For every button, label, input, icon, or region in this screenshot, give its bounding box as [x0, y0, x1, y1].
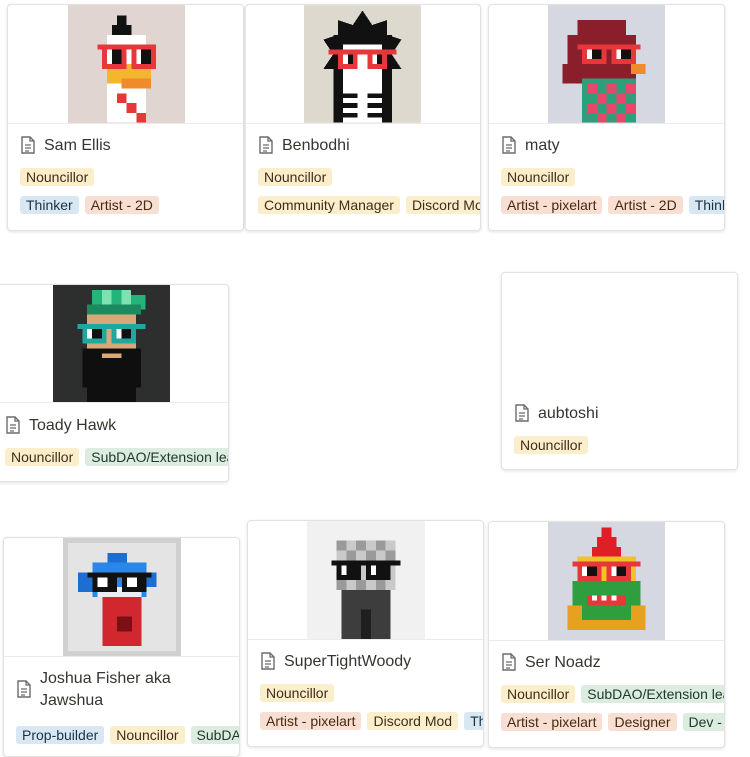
tag: Artist - pixelart	[501, 713, 603, 731]
tag-row: Nouncillor	[514, 436, 736, 456]
tag-role: Nouncillor	[258, 168, 333, 186]
card-title[interactable]: Sam Ellis	[20, 135, 235, 157]
tag: SubDAO/Extension lead	[85, 448, 228, 466]
card-name: Benbodhi	[282, 137, 350, 154]
page-icon	[261, 652, 275, 670]
tag: Nouncillor	[5, 448, 80, 466]
tag-row: Artist - pixelart Designer Dev - frontend	[501, 713, 724, 733]
tag: SubDAO/Extension lead	[190, 726, 239, 744]
card-toady-hawk[interactable]: Toady Hawk Nouncillor SubDAO/Extension le…	[0, 284, 229, 482]
tag-row: Nouncillor	[20, 168, 242, 188]
tag: Artist - 2D	[84, 196, 159, 214]
tag-row: Artist - pixelart Discord Mod Thinker	[260, 712, 483, 732]
card-supertightwoody[interactable]: SuperTightWoody Nouncillor Artist - pixe…	[247, 520, 484, 747]
card-name: Ser Noadz	[525, 654, 601, 671]
tag-row: Nouncillor SubDAO/Extension lead	[501, 685, 724, 705]
tag: Discord Mod	[367, 712, 459, 730]
tag: Thinker	[464, 712, 483, 730]
tag-role: Nouncillor	[514, 436, 589, 454]
tag-row: Nouncillor	[260, 684, 482, 704]
tag: Dev - frontend	[682, 713, 724, 731]
tag-row: Nouncillor SubDAO/Extension lead	[5, 448, 228, 468]
page-icon	[17, 680, 31, 698]
card-cover	[489, 5, 724, 124]
card-cover	[489, 522, 724, 641]
tag-row: Thinker Artist - 2D	[20, 196, 242, 216]
page-icon	[6, 416, 20, 434]
avatar-joshua-fisher	[63, 538, 181, 656]
tag-row: Artist - pixelart Artist - 2D Thinker	[501, 196, 724, 216]
card-title[interactable]: Joshua Fisher aka Jawshua	[16, 668, 186, 712]
tag: Artist - pixelart	[501, 196, 603, 214]
tag: SubDAO/Extension lead	[581, 685, 724, 703]
tag: Thinker	[688, 196, 724, 214]
card-cover	[4, 538, 239, 657]
tag-row: Nouncillor	[501, 168, 723, 188]
tag: Community Manager	[258, 196, 400, 214]
tag-row: Nouncillor	[258, 168, 480, 188]
avatar-toady-hawk	[53, 285, 170, 402]
card-name: Sam Ellis	[44, 137, 111, 154]
tag: Nouncillor	[110, 726, 185, 744]
tag: Artist - 2D	[608, 196, 683, 214]
card-maty[interactable]: maty Nouncillor Artist - pixelart Artist …	[488, 4, 725, 231]
card-name: aubtoshi	[538, 405, 599, 422]
card-joshua-fisher[interactable]: Joshua Fisher aka Jawshua Prop-builder No…	[3, 537, 240, 757]
card-title[interactable]: Toady Hawk	[5, 415, 220, 437]
tag: Thinker	[20, 196, 79, 214]
card-name: Toady Hawk	[29, 417, 117, 434]
page-icon	[502, 653, 516, 671]
avatar-ser-noadz	[548, 522, 665, 640]
tag: Nouncillor	[501, 685, 576, 703]
card-cover	[8, 5, 243, 124]
tag-role: Nouncillor	[260, 684, 335, 702]
card-title[interactable]: maty	[501, 135, 716, 157]
page-icon	[502, 136, 516, 154]
page-icon	[515, 404, 529, 422]
avatar-sam-ellis	[68, 5, 185, 123]
card-title[interactable]: Benbodhi	[258, 135, 473, 157]
card-name: SuperTightWoody	[284, 653, 412, 670]
tag-row: Prop-builder Nouncillor SubDAO/Extension l…	[16, 726, 239, 746]
card-name: Joshua Fisher aka Jawshua	[40, 670, 171, 709]
tag-row: Community Manager Discord Mod	[258, 196, 480, 216]
page-icon	[21, 136, 35, 154]
page-icon	[259, 136, 273, 154]
card-title[interactable]: SuperTightWoody	[260, 651, 475, 673]
tag: Designer	[608, 713, 677, 731]
tag-role: Nouncillor	[20, 168, 95, 186]
card-title[interactable]: aubtoshi	[514, 403, 729, 425]
card-title[interactable]: Ser Noadz	[501, 652, 716, 674]
card-cover	[248, 521, 483, 640]
card-aubtoshi[interactable]: aubtoshi Nouncillor	[501, 272, 738, 470]
tag: Discord Mod	[405, 196, 480, 214]
card-ser-noadz[interactable]: Ser Noadz Nouncillor SubDAO/Extension lea…	[488, 521, 725, 748]
avatar-maty	[548, 5, 665, 123]
tag: Prop-builder	[16, 726, 105, 744]
card-cover	[246, 5, 480, 124]
card-name: maty	[525, 137, 560, 154]
card-sam-ellis[interactable]: Sam Ellis Nouncillor Thinker Artist - 2D	[7, 4, 244, 231]
avatar-supertightwoody	[307, 521, 425, 639]
card-benbodhi[interactable]: Benbodhi Nouncillor Community Manager Dis…	[245, 4, 481, 231]
tag-role: Nouncillor	[501, 168, 576, 186]
avatar-benbodhi	[304, 5, 421, 123]
tag: Artist - pixelart	[260, 712, 362, 730]
card-cover	[0, 285, 228, 403]
